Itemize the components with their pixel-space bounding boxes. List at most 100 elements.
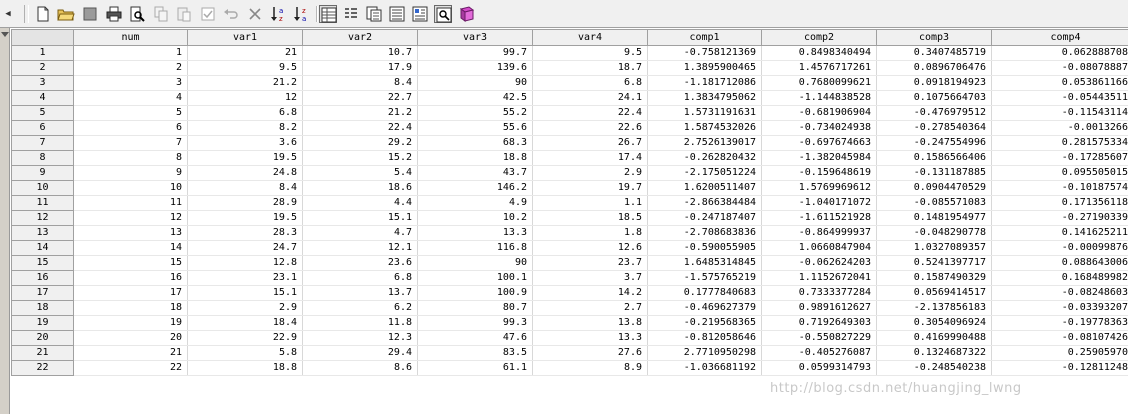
- sort-descending-icon[interactable]: za: [293, 5, 311, 23]
- cell-var2[interactable]: 6.8: [302, 270, 418, 286]
- cell-comp1[interactable]: -1.575765219: [647, 270, 762, 286]
- cell-var2[interactable]: 18.6: [302, 180, 418, 196]
- row-header[interactable]: 20: [11, 330, 74, 346]
- cell-var3[interactable]: 139.6: [417, 60, 533, 76]
- cell-comp4[interactable]: 0.0955050151: [991, 165, 1128, 181]
- cell-comp3[interactable]: 0.0896706476: [876, 60, 992, 76]
- cell-var4[interactable]: 12.6: [532, 240, 648, 256]
- cell-var3[interactable]: 99.7: [417, 45, 533, 61]
- row-header[interactable]: 13: [11, 225, 74, 241]
- cell-comp1[interactable]: -2.866384484: [647, 195, 762, 211]
- cell-var2[interactable]: 22.7: [302, 90, 418, 106]
- column-header-comp1[interactable]: comp1: [647, 29, 762, 46]
- cell-comp4[interactable]: -0.271903399: [991, 210, 1128, 226]
- cell-comp1[interactable]: -0.590055905: [647, 240, 762, 256]
- column-header-comp3[interactable]: comp3: [876, 29, 992, 46]
- cell-var3[interactable]: 18.8: [417, 150, 533, 166]
- cell-comp4[interactable]: -0.054435118: [991, 90, 1128, 106]
- cell-var4[interactable]: 2.7: [532, 300, 648, 316]
- cell-var2[interactable]: 23.6: [302, 255, 418, 271]
- cell-var2[interactable]: 4.4: [302, 195, 418, 211]
- cell-comp3[interactable]: -0.476979512: [876, 105, 992, 121]
- select-all-corner[interactable]: [11, 29, 74, 46]
- cell-comp4[interactable]: -0.115431143: [991, 105, 1128, 121]
- cell-comp2[interactable]: -0.697674663: [761, 135, 877, 151]
- cell-var1[interactable]: 23.1: [187, 270, 303, 286]
- cell-var2[interactable]: 5.4: [302, 165, 418, 181]
- row-header[interactable]: 9: [11, 165, 74, 181]
- cell-var4[interactable]: 18.7: [532, 60, 648, 76]
- cell-comp3[interactable]: 0.0918194923: [876, 75, 992, 91]
- cell-comp4[interactable]: 0.259059704: [991, 345, 1128, 361]
- cell-comp1[interactable]: 1.3834795062: [647, 90, 762, 106]
- cell-num[interactable]: 1: [73, 45, 188, 61]
- cell-var4[interactable]: 22.4: [532, 105, 648, 121]
- cell-var2[interactable]: 13.7: [302, 285, 418, 301]
- column-header-var2[interactable]: var2: [302, 29, 418, 46]
- print-icon[interactable]: [105, 5, 123, 23]
- cell-var4[interactable]: 22.6: [532, 120, 648, 136]
- cell-comp1[interactable]: -1.181712086: [647, 75, 762, 91]
- row-header[interactable]: 2: [11, 60, 74, 76]
- cell-var3[interactable]: 61.1: [417, 360, 533, 376]
- cell-comp2[interactable]: -1.382045984: [761, 150, 877, 166]
- cell-comp3[interactable]: -2.137856183: [876, 300, 992, 316]
- cell-num[interactable]: 19: [73, 315, 188, 331]
- cell-var2[interactable]: 11.8: [302, 315, 418, 331]
- undo-icon[interactable]: [222, 5, 240, 23]
- cell-var1[interactable]: 21.2: [187, 75, 303, 91]
- cell-num[interactable]: 20: [73, 330, 188, 346]
- row-header[interactable]: 4: [11, 90, 74, 106]
- cell-num[interactable]: 3: [73, 75, 188, 91]
- cell-num[interactable]: 7: [73, 135, 188, 151]
- row-header[interactable]: 8: [11, 150, 74, 166]
- cell-var4[interactable]: 1.8: [532, 225, 648, 241]
- cell-comp4[interactable]: 0.1416252114: [991, 225, 1128, 241]
- cell-num[interactable]: 8: [73, 150, 188, 166]
- cell-var4[interactable]: 13.3: [532, 330, 648, 346]
- cell-comp2[interactable]: 1.0660847904: [761, 240, 877, 256]
- cell-var2[interactable]: 15.1: [302, 210, 418, 226]
- cell-var3[interactable]: 42.5: [417, 90, 533, 106]
- cell-comp2[interactable]: -1.144838528: [761, 90, 877, 106]
- row-header[interactable]: 15: [11, 255, 74, 271]
- row-header[interactable]: 22: [11, 360, 74, 376]
- cell-comp3[interactable]: 0.5241397717: [876, 255, 992, 271]
- cell-comp3[interactable]: 0.1587490329: [876, 270, 992, 286]
- cell-var1[interactable]: 28.3: [187, 225, 303, 241]
- view-data-icon[interactable]: [319, 5, 337, 23]
- cell-comp4[interactable]: 0.1684899825: [991, 270, 1128, 286]
- cell-var3[interactable]: 116.8: [417, 240, 533, 256]
- row-header[interactable]: 5: [11, 105, 74, 121]
- cell-comp4[interactable]: -0.197783633: [991, 315, 1128, 331]
- column-header-var4[interactable]: var4: [532, 29, 648, 46]
- cell-var4[interactable]: 6.8: [532, 75, 648, 91]
- cell-var2[interactable]: 8.6: [302, 360, 418, 376]
- delete-icon[interactable]: [246, 5, 264, 23]
- cell-var1[interactable]: 12.8: [187, 255, 303, 271]
- cell-num[interactable]: 15: [73, 255, 188, 271]
- cell-var4[interactable]: 27.6: [532, 345, 648, 361]
- row-header[interactable]: 18: [11, 300, 74, 316]
- cell-var2[interactable]: 22.4: [302, 120, 418, 136]
- row-header[interactable]: 3: [11, 75, 74, 91]
- cell-comp4[interactable]: -0.080788872: [991, 60, 1128, 76]
- cell-comp4[interactable]: 0.0538611665: [991, 75, 1128, 91]
- cell-num[interactable]: 5: [73, 105, 188, 121]
- row-header[interactable]: 16: [11, 270, 74, 286]
- cell-comp3[interactable]: -0.247554996: [876, 135, 992, 151]
- cell-var1[interactable]: 19.5: [187, 150, 303, 166]
- row-header[interactable]: 10: [11, 180, 74, 196]
- cell-num[interactable]: 12: [73, 210, 188, 226]
- cell-comp1[interactable]: -0.812058646: [647, 330, 762, 346]
- column-header-var3[interactable]: var3: [417, 29, 533, 46]
- cell-comp3[interactable]: -0.048290778: [876, 225, 992, 241]
- cell-var1[interactable]: 12: [187, 90, 303, 106]
- cell-comp3[interactable]: 0.0569414517: [876, 285, 992, 301]
- cell-comp2[interactable]: -0.159648619: [761, 165, 877, 181]
- left-panel-strip[interactable]: [0, 28, 10, 414]
- cell-var1[interactable]: 28.9: [187, 195, 303, 211]
- cell-var4[interactable]: 23.7: [532, 255, 648, 271]
- cell-comp2[interactable]: -1.611521928: [761, 210, 877, 226]
- cell-var2[interactable]: 29.4: [302, 345, 418, 361]
